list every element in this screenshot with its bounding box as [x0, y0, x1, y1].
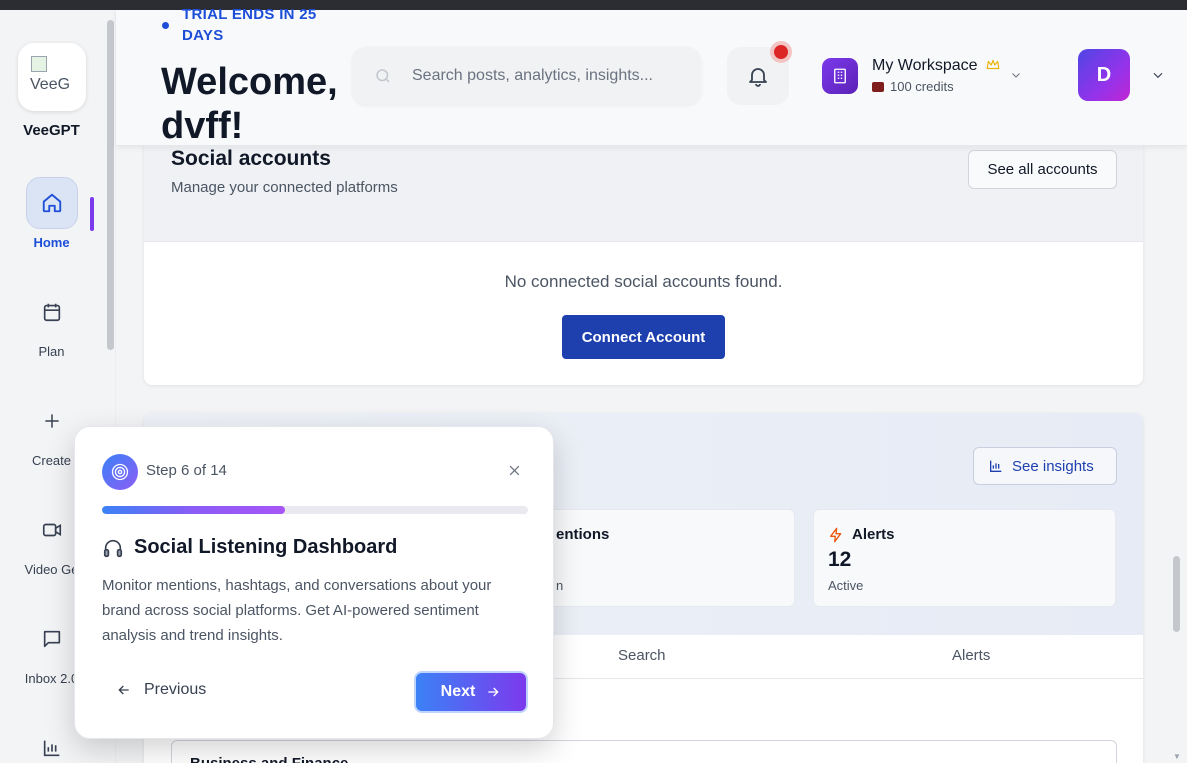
home-icon: [42, 193, 61, 213]
see-insights-button[interactable]: See insights: [973, 447, 1117, 485]
scroll-down-arrow-icon[interactable]: ▼: [1173, 752, 1181, 761]
welcome-heading: Welcome, dvff!: [161, 61, 338, 147]
social-accounts-subtitle: Manage your connected platforms: [171, 179, 398, 196]
chevron-down-icon: [1012, 73, 1020, 78]
active-indicator: [90, 197, 94, 231]
logo-alt-text: VeeG: [30, 76, 71, 93]
sidebar-item-home[interactable]: Home: [0, 177, 103, 250]
logo-image: VeeG: [29, 54, 75, 100]
trial-banner: TRIAL ENDS IN 25 DAYS: [182, 6, 317, 44]
alerts-sub: Active: [828, 578, 864, 593]
tour-description: Monitor mentions, hashtags, and conversa…: [102, 577, 492, 644]
next-button[interactable]: Next: [414, 671, 528, 713]
video-icon: [42, 523, 61, 537]
bar-chart-icon: [990, 460, 1002, 472]
chat-icon: [43, 630, 60, 648]
headphones-icon: [103, 539, 123, 557]
see-all-accounts-button[interactable]: See all accounts: [968, 150, 1117, 189]
mentions-label-text: entions: [556, 526, 610, 543]
alerts-value: 12: [828, 548, 852, 571]
workspace-switcher[interactable]: My Workspace 100 credits: [816, 47, 1041, 105]
sidebar-item-label: Home: [33, 235, 70, 250]
sidebar-item-label: Plan: [38, 344, 65, 359]
credits-label: 100 credits: [872, 79, 954, 94]
tab-search[interactable]: Search: [618, 647, 666, 664]
main-scrollbar[interactable]: [1173, 556, 1180, 632]
credits-value: 100 credits: [890, 79, 954, 94]
category-select[interactable]: Business and Finance: [171, 740, 1117, 763]
calendar-icon: [43, 303, 60, 322]
mentions-stat-card: entions n: [539, 509, 795, 607]
tour-title-text: Social Listening Dashboard: [134, 536, 398, 558]
tour-progress-fill: [102, 506, 285, 514]
crown-icon: [986, 59, 1000, 70]
tour-title: Social Listening Dashboard: [102, 536, 397, 559]
alerts-label-text: Alerts: [852, 526, 895, 543]
empty-state-text: No connected social accounts found.: [504, 272, 783, 291]
chevron-down-icon: [1153, 72, 1163, 79]
social-accounts-card: Social accounts Manage your connected pl…: [144, 120, 1143, 385]
brand-name: VeeGPT: [23, 122, 80, 139]
window-top-strip: [0, 0, 1187, 10]
category-select-value: Business and Finance: [190, 755, 348, 763]
close-icon: [509, 465, 519, 475]
sidebar-scrollbar[interactable]: [107, 20, 114, 350]
trial-dot-icon: [162, 22, 169, 29]
alerts-stat-card: Alerts 12 Active: [813, 509, 1116, 607]
tab-alerts[interactable]: Alerts: [952, 647, 990, 664]
connect-account-button[interactable]: Connect Account: [562, 315, 725, 359]
close-button[interactable]: [505, 461, 523, 479]
notification-badge: [770, 41, 792, 63]
plus-icon: [44, 414, 59, 428]
bell-icon: [749, 68, 767, 87]
alerts-label: Alerts: [828, 526, 895, 543]
bar-chart-icon: [43, 740, 59, 757]
briefcase-icon: [872, 82, 884, 92]
next-label: Next: [440, 683, 476, 700]
social-accounts-title: Social accounts: [171, 147, 331, 170]
lightning-icon: [830, 527, 842, 542]
sidebar-item-plan[interactable]: Plan: [0, 286, 103, 359]
top-header: TRIAL ENDS IN 25 DAYS Welcome, dvff! My …: [116, 6, 1187, 147]
arrow-right-icon: [488, 687, 499, 697]
previous-button[interactable]: Previous: [116, 681, 206, 699]
tour-step-counter: Step 6 of 14: [146, 462, 227, 479]
tour-popup: Step 6 of 14 Social Listening Dashboard …: [74, 426, 554, 739]
see-insights-label: See insights: [1012, 457, 1094, 475]
previous-label: Previous: [144, 681, 207, 698]
search-input[interactable]: [412, 63, 682, 89]
avatar[interactable]: D: [1078, 49, 1130, 101]
workspace-name: My Workspace: [872, 57, 978, 74]
search-icon: [376, 69, 390, 83]
search-box[interactable]: [352, 47, 701, 105]
user-menu[interactable]: D: [1061, 40, 1185, 114]
target-icon: [102, 454, 138, 490]
mentions-label: entions: [556, 526, 609, 543]
mentions-sub: n: [556, 578, 564, 593]
arrow-left-icon: [118, 685, 129, 695]
building-icon: [822, 58, 858, 94]
tour-progress-bar: [102, 506, 528, 514]
logo[interactable]: VeeG: [18, 43, 86, 111]
